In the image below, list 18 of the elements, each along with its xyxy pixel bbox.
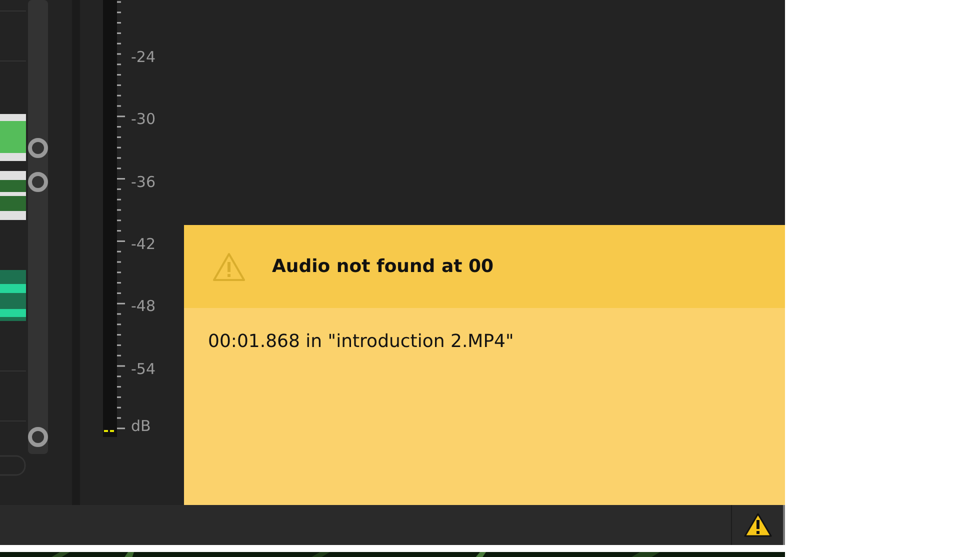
warning-icon[interactable] <box>742 512 772 538</box>
notice-title: Audio not found at 00 <box>272 255 494 279</box>
scale-label: -48 <box>131 297 156 316</box>
scale-label: -30 <box>131 110 156 128</box>
audio-clip[interactable] <box>0 171 26 220</box>
scale-label: -54 <box>131 360 156 378</box>
scale-label: dB <box>131 417 151 435</box>
scroll-track[interactable] <box>28 0 48 454</box>
warning-icon <box>212 252 246 282</box>
scale-label: -42 <box>131 234 156 253</box>
scroll-handle[interactable] <box>28 172 48 192</box>
audio-clip[interactable] <box>0 114 26 161</box>
scroll-handle[interactable] <box>28 138 48 158</box>
notice-message: 00:01.868 in "introduction 2.MP4" <box>208 331 514 352</box>
scroll-handle[interactable] <box>28 427 48 447</box>
audio-clip[interactable] <box>0 270 26 321</box>
scale-label: -36 <box>131 172 156 191</box>
scale-label: -24 <box>131 48 156 66</box>
